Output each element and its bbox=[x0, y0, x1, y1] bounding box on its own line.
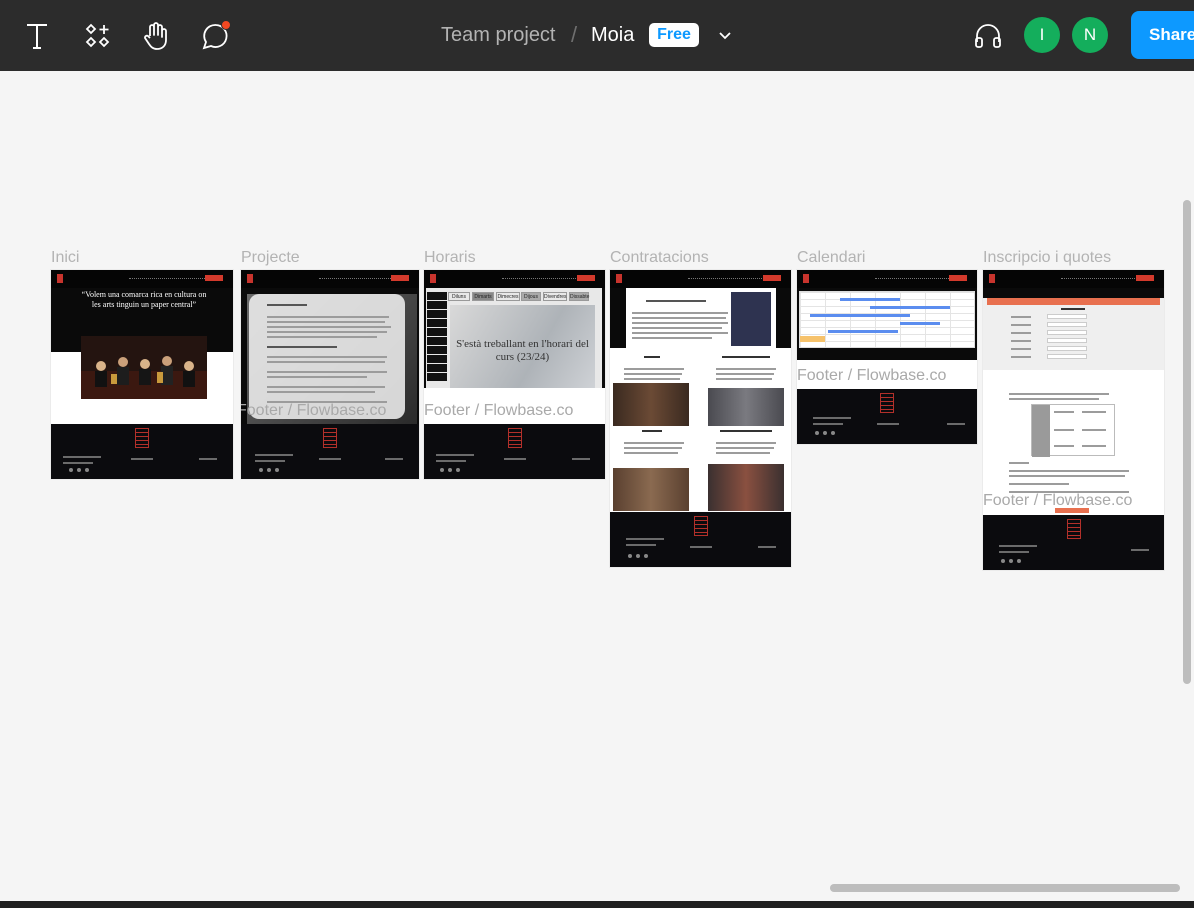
frame-footer bbox=[424, 424, 605, 479]
frame-label-inscripcio[interactable]: Inscripcio i quotes bbox=[983, 249, 1111, 267]
frame-label-calendari[interactable]: Calendari bbox=[797, 249, 865, 267]
time-slot bbox=[427, 301, 447, 309]
chevron-down-icon[interactable] bbox=[716, 26, 734, 49]
time-slot bbox=[427, 346, 447, 354]
frame-navbar bbox=[610, 270, 791, 288]
inscription-form[interactable] bbox=[983, 298, 1164, 370]
time-slot bbox=[427, 310, 447, 318]
hand-tool-icon[interactable] bbox=[136, 16, 176, 56]
time-slot bbox=[427, 328, 447, 336]
frame-calendari[interactable]: Footer / Flowbase.co bbox=[797, 270, 977, 444]
tab-diluns[interactable]: Diluns bbox=[448, 292, 470, 301]
project-text-card bbox=[249, 294, 405, 419]
frame-label-horaris[interactable]: Horaris bbox=[424, 249, 476, 267]
comment-tool-icon[interactable] bbox=[196, 16, 236, 56]
overlay-footer-label: Footer / Flowbase.co bbox=[241, 402, 387, 419]
band-photo bbox=[731, 292, 771, 346]
overlay-footer-label: Footer / Flowbase.co bbox=[797, 367, 947, 384]
breadcrumb-file-name[interactable]: Moia bbox=[591, 22, 634, 48]
frame-footer bbox=[610, 512, 791, 567]
frame-contratacions[interactable] bbox=[610, 270, 791, 567]
frame-footer bbox=[241, 424, 419, 479]
breadcrumb-team[interactable]: Team project bbox=[441, 22, 556, 48]
avatar-user-n[interactable]: N bbox=[1072, 17, 1108, 53]
frame-navbar bbox=[424, 270, 605, 288]
band-photo bbox=[708, 388, 784, 426]
text-tool-icon[interactable] bbox=[17, 16, 57, 56]
notification-dot bbox=[221, 20, 231, 30]
calendar-embed[interactable] bbox=[799, 291, 975, 348]
tab-dimarts[interactable]: Dimarts bbox=[472, 292, 494, 301]
band-photo bbox=[613, 468, 689, 511]
time-slot bbox=[427, 319, 447, 327]
orchestra-photo bbox=[81, 336, 207, 399]
frame-projecte[interactable]: Footer / Flowbase.co bbox=[241, 270, 419, 479]
frame-label-inici[interactable]: Inici bbox=[51, 249, 79, 267]
tab-dijous[interactable]: Dijous bbox=[521, 292, 541, 301]
frame-inici[interactable]: “Volem una comarca rica en cultura on le… bbox=[51, 270, 233, 479]
share-button[interactable]: Share bbox=[1131, 11, 1194, 59]
components-tool-icon[interactable] bbox=[78, 16, 118, 56]
tab-dimecres[interactable]: Dimecres bbox=[496, 292, 520, 301]
fees-table bbox=[1031, 404, 1115, 457]
time-slot bbox=[427, 337, 447, 345]
bottom-bar bbox=[0, 901, 1194, 908]
vertical-scrollbar[interactable] bbox=[1183, 200, 1191, 684]
horizontal-scrollbar[interactable] bbox=[830, 884, 1180, 892]
schedule-notice: S'està treballant en l'horari del curs (… bbox=[456, 338, 589, 364]
overlay-footer-label: Footer / Flowbase.co bbox=[424, 402, 574, 419]
frame-navbar bbox=[51, 270, 233, 288]
time-slot bbox=[427, 373, 447, 381]
avatar-user-i[interactable]: I bbox=[1024, 17, 1060, 53]
frame-label-projecte[interactable]: Projecte bbox=[241, 249, 300, 267]
tab-divendres[interactable]: Divendres bbox=[543, 292, 567, 301]
breadcrumb-separator: / bbox=[571, 22, 578, 47]
time-slot bbox=[427, 355, 447, 363]
time-slot bbox=[427, 364, 447, 372]
band-photo bbox=[708, 464, 784, 511]
frame-horaris[interactable]: Diluns Dimarts Dimecres Dijous Divendres… bbox=[424, 270, 605, 479]
frame-navbar bbox=[241, 270, 419, 288]
band-photo bbox=[613, 383, 689, 426]
frame-navbar bbox=[797, 270, 977, 288]
time-slot bbox=[427, 292, 447, 300]
submit-button[interactable] bbox=[1055, 508, 1089, 513]
plan-badge[interactable]: Free bbox=[649, 23, 699, 47]
tab-dissabte[interactable]: Dissabte bbox=[569, 292, 589, 301]
frame-inscripcio[interactable]: Footer / Flowbase.co bbox=[983, 270, 1164, 570]
frame-navbar bbox=[983, 270, 1164, 288]
frame-footer bbox=[51, 424, 233, 479]
frame-footer bbox=[797, 389, 977, 444]
headphones-icon[interactable] bbox=[968, 16, 1008, 56]
top-toolbar: Team project / Moia Free I N Share bbox=[0, 0, 1194, 71]
frame-footer bbox=[983, 515, 1164, 570]
hero-quote: “Volem una comarca rica en cultura on le… bbox=[81, 290, 207, 310]
frame-label-contratacions[interactable]: Contratacions bbox=[610, 249, 709, 267]
